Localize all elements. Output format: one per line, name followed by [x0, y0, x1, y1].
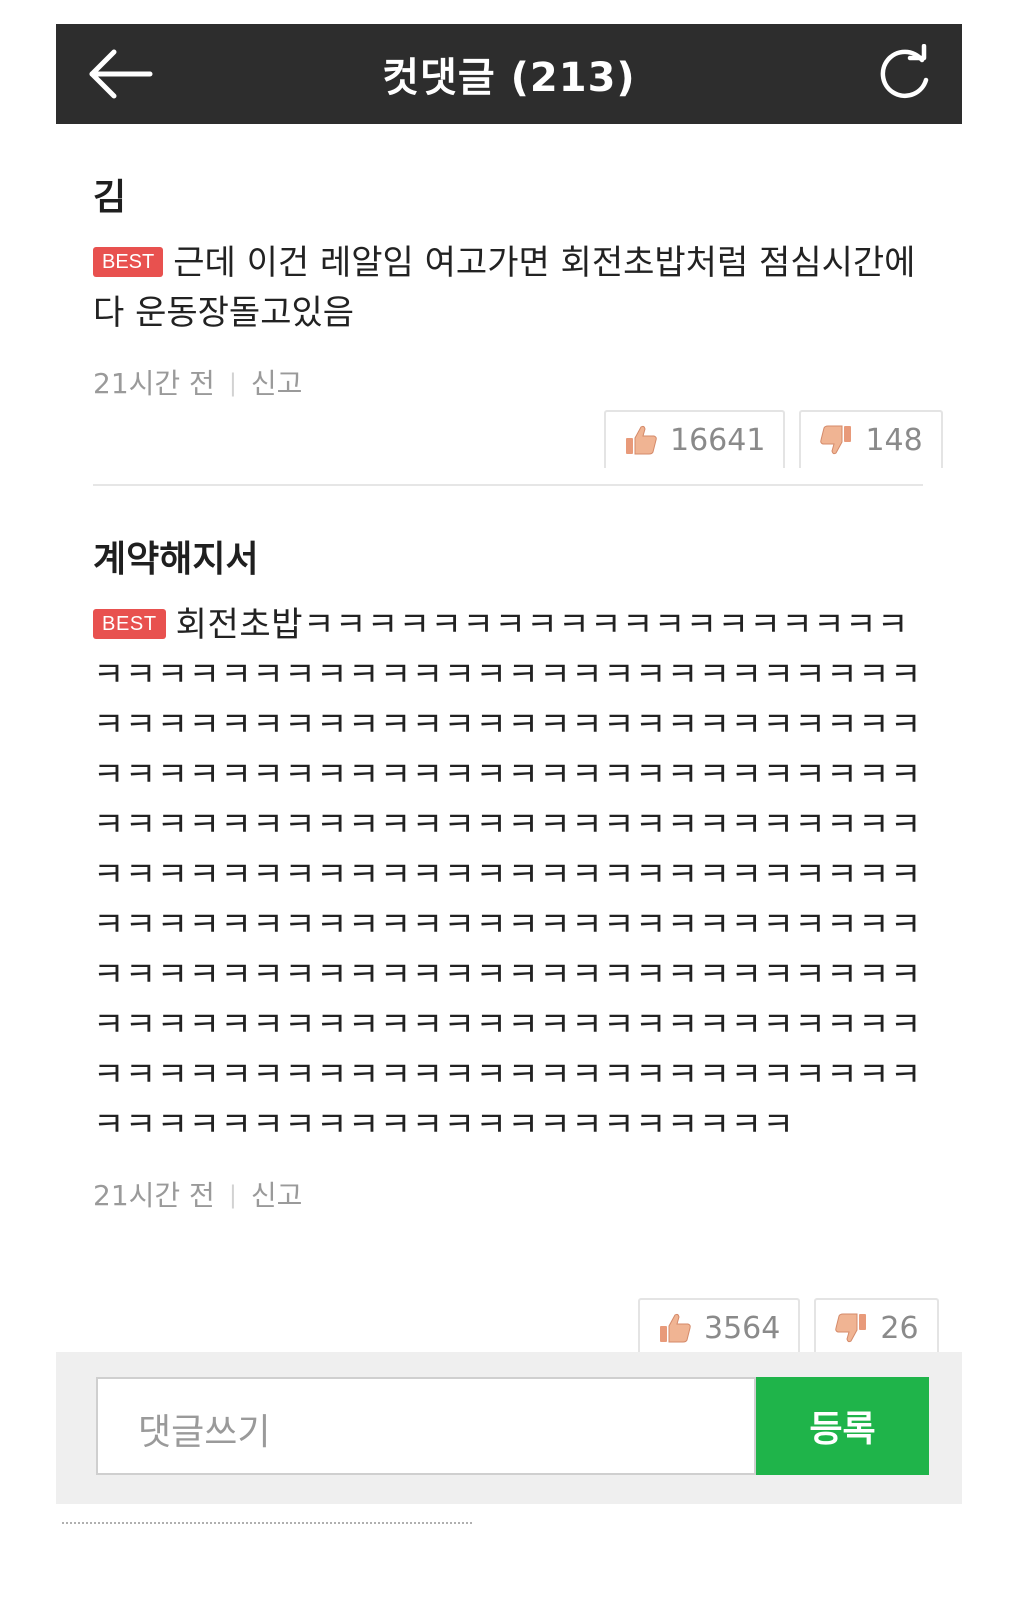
meta-separator: | — [228, 369, 237, 397]
best-badge: BEST — [93, 609, 166, 639]
comment-item: 계약해지서 BEST 회전초밥ㅋㅋㅋㅋㅋㅋㅋㅋㅋㅋㅋㅋㅋㅋㅋㅋㅋㅋㅋㅋㅋㅋㅋㅋㅋㅋ… — [93, 530, 923, 1214]
refresh-icon[interactable] — [874, 43, 934, 104]
thumbs-down-icon — [820, 425, 852, 455]
thumbs-up-icon — [626, 425, 657, 455]
like-count: 16641 — [670, 422, 766, 458]
top-bar: 컷댓글 (213) — [56, 24, 962, 124]
footer-dotted-line — [56, 1518, 472, 1529]
comment-text: BEST 회전초밥ㅋㅋㅋㅋㅋㅋㅋㅋㅋㅋㅋㅋㅋㅋㅋㅋㅋㅋㅋㅋㅋㅋㅋㅋㅋㅋㅋㅋㅋㅋㅋㅋ… — [93, 600, 923, 1150]
comment-input[interactable]: 댓글쓰기 — [96, 1377, 756, 1475]
like-button[interactable]: 16641 — [604, 410, 786, 468]
arrow-left-icon[interactable] — [86, 46, 156, 102]
dislike-button[interactable]: 26 — [814, 1298, 939, 1356]
meta-separator: | — [228, 1181, 237, 1209]
best-badge: BEST — [93, 247, 164, 277]
comment-text: BEST 근데 이건 레알임 여고가면 회전초밥처럼 점심시간에 다 운동장돌고있… — [93, 238, 923, 338]
report-link[interactable]: 신고 — [251, 367, 303, 400]
submit-button[interactable]: 등록 — [756, 1377, 929, 1475]
thumbs-up-icon — [660, 1313, 691, 1343]
comment-item: 김 BEST 근데 이건 레알임 여고가면 회전초밥처럼 점심시간에 다 운동장돌… — [93, 168, 923, 402]
like-button[interactable]: 3564 — [638, 1298, 801, 1356]
dislike-button[interactable]: 148 — [799, 410, 943, 468]
comment-body: 근데 이건 레알임 여고가면 회전초밥처럼 점심시간에 다 운동장돌고있음 — [93, 243, 916, 333]
comment-time: 21시간 전 — [93, 367, 215, 400]
comment-author: 계약해지서 — [93, 539, 259, 580]
comment-meta: 21시간 전 | 신고 — [93, 1174, 923, 1214]
comment-time: 21시간 전 — [93, 1179, 215, 1212]
report-link[interactable]: 신고 — [251, 1179, 303, 1212]
comment-divider — [93, 484, 923, 486]
dotted-divider — [62, 1522, 472, 1524]
comment-meta: 21시간 전 | 신고 — [93, 362, 923, 402]
comment-compose-bar: 댓글쓰기 등록 — [56, 1352, 962, 1504]
comment-author: 김 — [93, 177, 127, 218]
vote-group: 16641 148 — [604, 410, 943, 468]
page-title: 컷댓글 (213) — [382, 55, 636, 101]
vote-group: 3564 26 — [638, 1298, 939, 1356]
comment-body: 회전초밥ㅋㅋㅋㅋㅋㅋㅋㅋㅋㅋㅋㅋㅋㅋㅋㅋㅋㅋㅋㅋㅋㅋㅋㅋㅋㅋㅋㅋㅋㅋㅋㅋㅋㅋㅋㅋ… — [93, 605, 922, 1145]
like-count: 3564 — [704, 1310, 781, 1346]
dislike-count: 26 — [880, 1310, 919, 1346]
dislike-count: 148 — [865, 422, 923, 458]
thumbs-down-icon — [835, 1313, 867, 1343]
